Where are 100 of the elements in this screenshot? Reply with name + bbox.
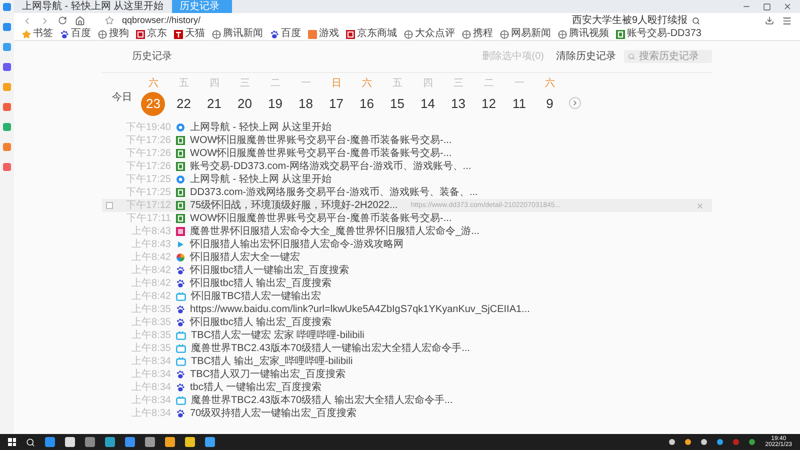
- history-row[interactable]: 下午17:26 WOW怀旧服魔兽世界账号交易平台-魔兽币装备账号交易-...: [102, 147, 712, 160]
- tray-icon[interactable]: [669, 439, 676, 445]
- page-title-link[interactable]: 魔兽世界怀旧服猎人宏命令大全_魔兽世界怀旧服猎人宏命令_游...: [190, 226, 480, 236]
- side-app-icon[interactable]: [3, 143, 11, 151]
- history-row[interactable]: 上午8:43 魔兽世界怀旧服猎人宏命令大全_魔兽世界怀旧服猎人宏命令_游...: [102, 225, 712, 238]
- page-title-link[interactable]: WOW怀旧服魔兽世界账号交易平台-魔兽币装备账号交易-...: [190, 136, 452, 146]
- bookmark-item[interactable]: 腾讯视频: [558, 29, 609, 39]
- history-row[interactable]: 上午8:42 怀旧服tbc猎人一键输出宏_百度搜索: [102, 264, 712, 277]
- side-app-icon[interactable]: [3, 3, 11, 11]
- bookmark-item[interactable]: 大众点评: [404, 29, 455, 39]
- side-app-icon[interactable]: [3, 163, 11, 171]
- history-row[interactable]: 下午17:25 DD373.com-游戏网络服务交易平台-游戏币、游戏账号、装备、...: [102, 186, 712, 199]
- today-label[interactable]: 今日: [102, 90, 132, 104]
- history-row[interactable]: 上午8:35 TBC猎人宏一键宏 宏家 哔哩哔哩-bilibili: [102, 329, 712, 342]
- side-app-icon[interactable]: [3, 43, 11, 51]
- home-icon[interactable]: [75, 16, 85, 26]
- history-row[interactable]: 上午8:42 怀旧服TBC猎人宏一键输出宏: [102, 290, 712, 303]
- date-button[interactable]: 16: [354, 92, 379, 116]
- date-button[interactable]: 19: [263, 92, 288, 116]
- history-row[interactable]: 上午8:34 魔兽世界TBC2.43版本70级猎人 输出宏大全猎人宏命令手...: [102, 394, 712, 407]
- page-title-link[interactable]: TBC猎人 输出_宏家_哔哩哔哩-bilibili: [191, 356, 353, 366]
- date-button[interactable]: 14: [416, 92, 440, 116]
- page-title-link[interactable]: 上网导航 - 轻快上网 从这里开始: [190, 122, 332, 132]
- page-title-link[interactable]: TBC猎人宏一键宏 宏家 哔哩哔哩-bilibili: [191, 330, 364, 340]
- side-app-icon[interactable]: [3, 63, 11, 71]
- bookmark-icon[interactable]: [105, 16, 114, 25]
- side-app-icon[interactable]: [3, 23, 11, 31]
- page-title-link[interactable]: https://www.baidu.com/link?url=lkwUke5A4ZbIgS7qk1YKyanKuv_SjCEIIA1...: [190, 304, 530, 314]
- date-button[interactable]: 15: [385, 92, 410, 116]
- history-row[interactable]: 下午17:26 WOW怀旧服魔兽世界账号交易平台-魔兽币装备账号交易-...: [102, 134, 712, 147]
- page-title-link[interactable]: 怀旧服TBC猎人宏一键输出宏: [191, 292, 321, 302]
- reload-icon[interactable]: [58, 16, 67, 25]
- history-row[interactable]: 上午8:34 TBC猎人双刀一键输出宏_百度搜索: [102, 368, 712, 381]
- side-app-icon[interactable]: [3, 123, 11, 131]
- side-app-icon[interactable]: [3, 103, 11, 111]
- history-row[interactable]: 上午8:35 魔兽世界TBC2.43版本70级猎人一键输出宏大全猎人宏命令手...: [102, 342, 712, 355]
- history-row[interactable]: 上午8:35 怀旧服tbc猎人 输出宏_百度搜索: [102, 316, 712, 329]
- visit-time: 上午8:43: [130, 240, 171, 250]
- weekday-label: 六: [544, 78, 555, 88]
- history-row[interactable]: 上午8:34 70级双持猎人宏一键输出宏_百度搜索: [102, 407, 712, 420]
- date-button[interactable]: 12: [476, 92, 501, 116]
- page-title-link[interactable]: DD373.com-游戏网络服务交易平台-游戏币、游戏账号、装备、...: [190, 188, 478, 198]
- address-field[interactable]: qqbrowser://history/: [122, 14, 372, 28]
- bookmark-item[interactable]: 搜狗: [98, 29, 129, 39]
- bookmark-item[interactable]: 游戏: [308, 29, 339, 39]
- windows-logo-icon[interactable]: [8, 438, 16, 446]
- page-title-link[interactable]: 怀旧服猎人宏大全一键宏: [190, 252, 300, 262]
- date-button[interactable]: 21: [202, 92, 226, 116]
- page-title-link[interactable]: 魔兽世界TBC2.43版本70级猎人一键输出宏大全猎人宏命令手...: [191, 344, 470, 354]
- download-icon[interactable]: [765, 16, 774, 25]
- tray-icon[interactable]: [701, 439, 708, 445]
- bookmark-item[interactable]: 书签: [22, 29, 53, 39]
- visit-time: 上午8:35: [130, 344, 171, 354]
- history-row[interactable]: 上午8:43 怀旧服猎人输出宏怀旧服猎人宏命令-游戏攻略网: [102, 238, 712, 251]
- history-row[interactable]: 下午19:40 上网导航 - 轻快上网 从这里开始: [102, 121, 712, 134]
- weekday-label: 二: [270, 78, 280, 88]
- search-icon[interactable]: [692, 16, 700, 24]
- history-row[interactable]: 上午8:42 怀旧服猎人宏大全一键宏: [102, 251, 712, 264]
- history-row[interactable]: 下午17:11 WOW怀旧服魔兽世界账号交易平台-魔兽币装备账号交易-...: [102, 212, 712, 225]
- date-button[interactable]: 17: [324, 92, 348, 116]
- history-row[interactable]: 上午8:34 TBC猎人 输出_宏家_哔哩哔哩-bilibili: [102, 355, 712, 368]
- page-title-link[interactable]: 怀旧服tbc猎人 输出宏_百度搜索: [190, 318, 332, 328]
- page-title-link[interactable]: 上网导航 - 轻快上网 从这里开始: [190, 174, 332, 184]
- row-checkbox[interactable]: [106, 202, 113, 209]
- tray-icon[interactable]: [685, 439, 692, 445]
- date-button[interactable]: 20: [232, 92, 257, 116]
- tray-icon[interactable]: [717, 439, 724, 445]
- browser-tab[interactable]: 上网导航 - 轻快上网 从这里开始: [14, 0, 172, 13]
- maximize-icon[interactable]: [763, 2, 771, 10]
- date-button[interactable]: 18: [294, 92, 318, 116]
- toolbar-search-field[interactable]: 西安大学生被9人殴打续报: [572, 16, 757, 26]
- date-button[interactable]: 11: [507, 92, 532, 116]
- date-button[interactable]: 9: [538, 92, 562, 116]
- menu-icon[interactable]: [782, 16, 792, 26]
- clear-history-link[interactable]: 清除历史记录: [556, 49, 616, 64]
- page-title-link[interactable]: WOW怀旧服魔兽世界账号交易平台-魔兽币装备账号交易-...: [190, 148, 452, 158]
- weekday-label: 六: [148, 78, 158, 88]
- page-title-link[interactable]: 70级双持猎人宏一键输出宏_百度搜索: [190, 408, 357, 418]
- history-row[interactable]: 下午17:26 账号交易-DD373.com-网络游戏交易平台-游戏币、游戏账号、...: [102, 160, 712, 173]
- next-button[interactable]: [569, 97, 581, 109]
- bookmark-item[interactable]: 天猫: [174, 29, 205, 39]
- page-title-link[interactable]: 怀旧服tbc猎人 输出宏_百度搜索: [190, 278, 332, 288]
- date-button[interactable]: 22: [172, 92, 196, 116]
- history-row[interactable]: 上午8:42 怀旧服tbc猎人 输出宏_百度搜索: [102, 277, 712, 290]
- page-title-link[interactable]: 魔兽世界TBC2.43版本70级猎人 输出宏大全猎人宏命令手...: [191, 396, 453, 406]
- page-title-link[interactable]: WOW怀旧服魔兽世界账号交易平台-魔兽币装备账号交易-...: [190, 214, 452, 224]
- page-title-link[interactable]: 怀旧服猎人输出宏怀旧服猎人宏命令-游戏攻略网: [190, 240, 404, 250]
- remove-icon[interactable]: [696, 202, 704, 210]
- history-row[interactable]: 上午8:34 tbc猎人 一键输出宏_百度搜索: [102, 381, 712, 394]
- page-title-link[interactable]: 账号交易-DD373.com-网络游戏交易平台-游戏币、游戏账号、...: [190, 162, 472, 172]
- tray-icon[interactable]: [749, 439, 756, 445]
- page-title-link[interactable]: 75级怀旧战，环境顶级好服，环境好-2H2022...: [190, 200, 398, 210]
- date-button[interactable]: 13: [446, 92, 470, 116]
- close-icon[interactable]: [783, 2, 792, 11]
- history-row[interactable]: 上午8:35 https://www.baidu.com/link?url=lkwUke5A4ZbIgS7qk1YKyanKuv_SjCEIIA1...: [102, 303, 712, 316]
- weekday-label: 五: [178, 78, 189, 88]
- page-title-link[interactable]: 怀旧服tbc猎人一键输出宏_百度搜索: [190, 266, 349, 276]
- history-row[interactable]: 下午17:25 上网导航 - 轻快上网 从这里开始: [102, 173, 712, 186]
- page-title-link[interactable]: TBC猎人双刀一键输出宏_百度搜索: [190, 370, 346, 380]
- page-title-link[interactable]: tbc猎人 一键输出宏_百度搜索: [190, 382, 322, 392]
